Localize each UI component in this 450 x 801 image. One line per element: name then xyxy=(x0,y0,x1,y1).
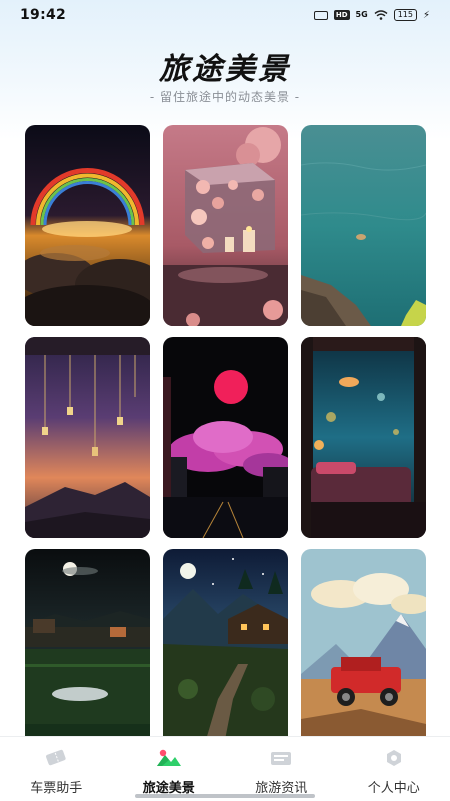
tab-scenery[interactable]: 旅途美景 xyxy=(113,737,226,801)
tab-ticket-assistant-label: 车票助手 xyxy=(30,777,82,796)
hd-badge: HD xyxy=(334,10,350,20)
tab-profile-label: 个人中心 xyxy=(368,777,420,796)
page-subtitle: - 留住旅途中的动态美景 - xyxy=(0,88,450,105)
wallpaper-card-rainbow-clouds[interactable] xyxy=(25,125,150,326)
battery-icon: 115 xyxy=(394,9,417,21)
bottom-tab-bar: 车票助手 旅途美景 旅游资讯 个人中心 xyxy=(0,736,450,801)
status-bar: 19:42 HD 5G 115 ⚡ xyxy=(0,0,450,30)
wallpaper-card-flower-cube[interactable] xyxy=(163,125,288,326)
charging-icon: ⚡ xyxy=(423,10,430,21)
tab-profile[interactable]: 个人中心 xyxy=(338,737,450,801)
wallpaper-card-pink-moon[interactable] xyxy=(163,337,288,538)
signal-5g-label: 5G xyxy=(356,11,368,19)
status-icons: HD 5G 115 ⚡ xyxy=(314,9,430,21)
scenery-icon xyxy=(156,747,182,769)
vibrate-icon xyxy=(314,11,328,20)
status-time: 19:42 xyxy=(20,7,66,23)
scenery-grid xyxy=(25,125,426,750)
wallpaper-card-turquoise-sea[interactable] xyxy=(301,125,426,326)
ticket-icon xyxy=(43,747,69,769)
wallpaper-card-underwater-room[interactable] xyxy=(301,337,426,538)
wallpaper-card-moonlit-field[interactable] xyxy=(25,549,150,750)
tab-ticket-assistant[interactable]: 车票助手 xyxy=(0,737,113,801)
wallpaper-card-sunset-chimes[interactable] xyxy=(25,337,150,538)
wallpaper-card-night-cabin[interactable] xyxy=(163,549,288,750)
wifi-icon xyxy=(374,10,388,20)
tab-travel-news[interactable]: 旅游资讯 xyxy=(225,737,338,801)
page-title: 旅途美景 xyxy=(0,44,450,88)
home-indicator[interactable] xyxy=(135,794,315,798)
wallpaper-card-red-jeep[interactable] xyxy=(301,549,426,750)
profile-icon xyxy=(381,747,407,769)
news-icon xyxy=(268,747,294,769)
